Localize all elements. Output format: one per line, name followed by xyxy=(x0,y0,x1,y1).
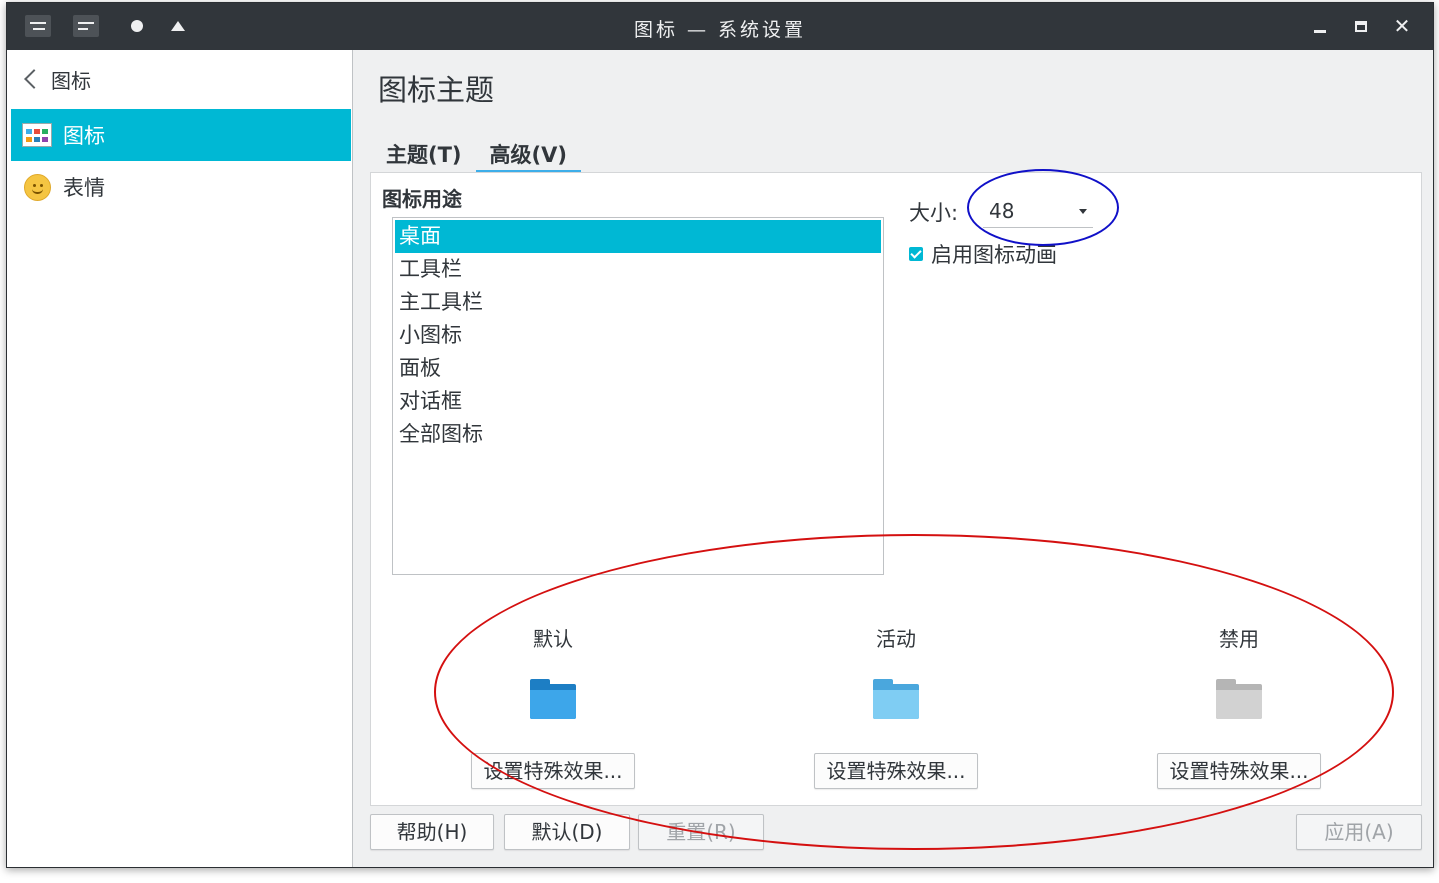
advanced-panel: 图标用途 桌面 工具栏 主工具栏 小图标 面板 对话框 全部图标 大小: 48 … xyxy=(370,172,1422,806)
animate-icons-label: 启用图标动画 xyxy=(931,243,1057,267)
list-item[interactable]: 全部图标 xyxy=(395,418,881,451)
preview-caption: 禁用 xyxy=(1219,627,1259,651)
maximize-icon xyxy=(1355,20,1367,32)
sidebar-item-label: 表情 xyxy=(63,176,105,200)
tab-bar: 主题(T) 高级(V) xyxy=(378,136,587,172)
usage-group-title: 图标用途 xyxy=(382,187,462,211)
size-dropdown[interactable]: 48 xyxy=(983,194,1093,228)
page-title: 图标主题 xyxy=(378,73,495,107)
list-item[interactable]: 工具栏 xyxy=(395,253,881,286)
main-content: 图标主题 主题(T) 高级(V) 图标用途 桌面 工具栏 主工具栏 小图标 面板… xyxy=(354,50,1433,867)
close-button[interactable]: ✕ xyxy=(1387,11,1417,41)
size-value: 48 xyxy=(989,198,1015,223)
maximize-button[interactable] xyxy=(1346,11,1376,41)
usage-list[interactable]: 桌面 工具栏 主工具栏 小图标 面板 对话框 全部图标 xyxy=(392,217,884,575)
close-icon: ✕ xyxy=(1393,14,1411,38)
list-item[interactable]: 桌面 xyxy=(395,220,881,253)
set-effect-active-button[interactable]: 设置特殊效果... xyxy=(814,753,978,789)
animate-icons-checkbox[interactable]: 启用图标动画 xyxy=(909,239,1057,269)
preview-disabled: 禁用 设置特殊效果... xyxy=(1139,623,1339,789)
apply-button[interactable]: 应用(A) xyxy=(1296,814,1422,850)
window-title: 图标 — 系统设置 xyxy=(633,19,807,41)
preview-active: 活动 设置特殊效果... xyxy=(796,623,996,789)
folder-disabled-icon xyxy=(1216,679,1262,719)
preview-caption: 默认 xyxy=(533,627,573,651)
help-button[interactable]: 帮助(H) xyxy=(370,814,494,850)
minimize-icon xyxy=(1314,29,1326,33)
set-effect-disabled-button[interactable]: 设置特殊效果... xyxy=(1157,753,1321,789)
list-item[interactable]: 主工具栏 xyxy=(395,286,881,319)
sidebar-item-label: 图标 xyxy=(63,124,105,148)
list-item[interactable]: 小图标 xyxy=(395,319,881,352)
preview-caption: 活动 xyxy=(876,627,916,651)
folder-default-icon xyxy=(530,679,576,719)
defaults-button[interactable]: 默认(D) xyxy=(504,814,630,850)
tab-theme[interactable]: 主题(T) xyxy=(378,136,470,172)
list-item[interactable]: 对话框 xyxy=(395,385,881,418)
sidebar-back-header[interactable]: 图标 xyxy=(7,50,352,108)
folder-active-icon xyxy=(873,679,919,719)
preview-default: 默认 设置特殊效果... xyxy=(453,623,653,789)
sidebar-item-icons[interactable]: 图标 xyxy=(11,109,351,161)
sidebar: 图标 图标 表情 xyxy=(7,50,353,867)
sidebar-header-label: 图标 xyxy=(51,68,91,93)
icons-grid-icon xyxy=(22,123,52,147)
list-item[interactable]: 面板 xyxy=(395,352,881,385)
sidebar-item-emoticons[interactable]: 表情 xyxy=(11,161,351,213)
minimize-button[interactable] xyxy=(1305,11,1335,41)
checkbox-checked-icon[interactable] xyxy=(909,247,923,261)
settings-window: 图标 — 系统设置 ✕ 图标 图标 表情 图标主题 主题(T) 高级(V) 图标… xyxy=(6,2,1434,868)
tab-advanced[interactable]: 高级(V) xyxy=(475,136,581,172)
reset-button[interactable]: 重置(R) xyxy=(638,814,764,850)
title-bar: 图标 — 系统设置 ✕ xyxy=(7,3,1433,50)
smiley-icon xyxy=(23,173,51,201)
size-label: 大小: xyxy=(909,201,959,225)
dropdown-arrow-icon xyxy=(1079,209,1087,214)
chevron-left-icon[interactable] xyxy=(19,64,44,94)
set-effect-default-button[interactable]: 设置特殊效果... xyxy=(471,753,635,789)
